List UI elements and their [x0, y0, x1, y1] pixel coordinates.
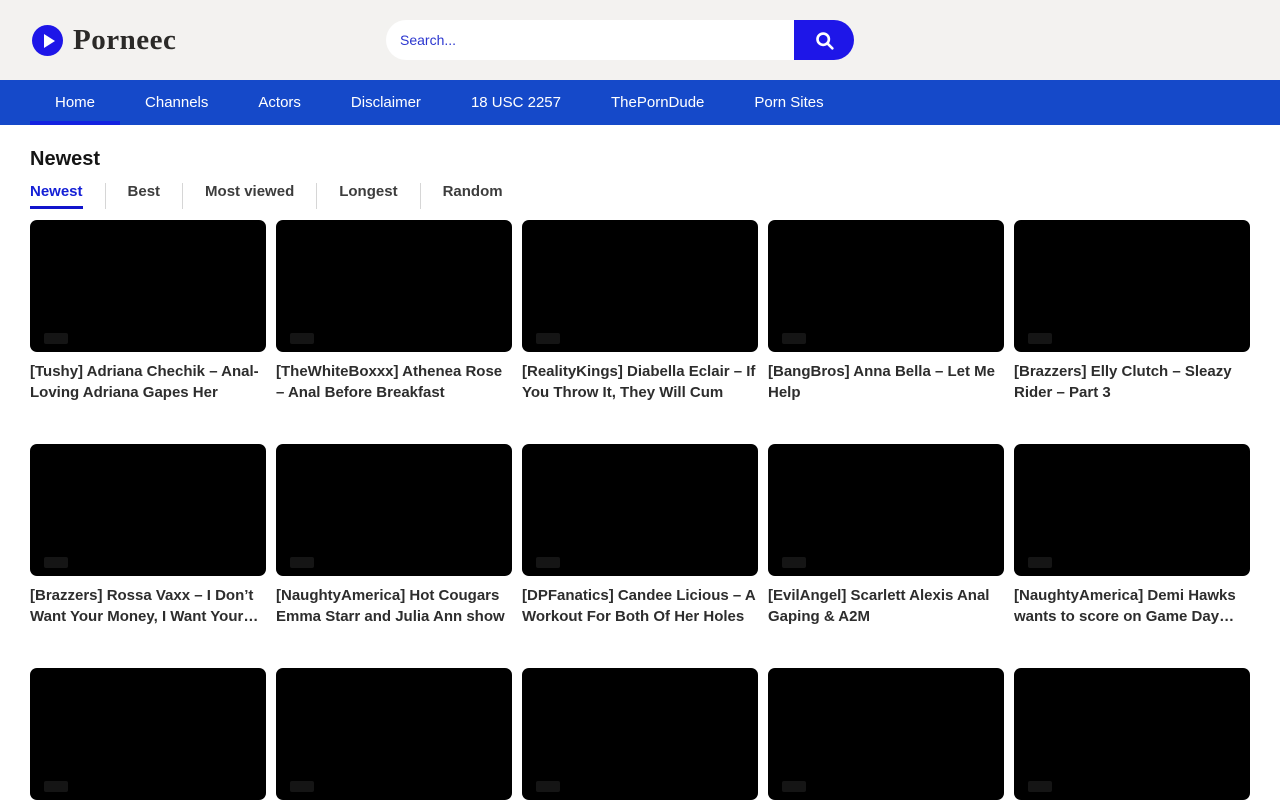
video-thumbnail[interactable]	[276, 444, 512, 576]
site-title: Porneec	[73, 24, 176, 57]
duration-badge	[536, 333, 560, 344]
nav-item-home[interactable]: Home	[30, 80, 120, 125]
video-thumbnail[interactable]	[768, 668, 1004, 800]
duration-badge	[44, 781, 68, 792]
video-card[interactable]: [Brazzers] Rossa Vaxx – I Don’t Want You…	[30, 444, 266, 627]
video-thumbnail[interactable]	[1014, 220, 1250, 352]
video-card[interactable]	[30, 668, 266, 800]
duration-badge	[290, 781, 314, 792]
video-title[interactable]: [Brazzers] Rossa Vaxx – I Don’t Want You…	[30, 585, 266, 627]
video-card[interactable]: [RealityKings] Diabella Eclair – If You …	[522, 220, 758, 403]
main-nav: Home Channels Actors Disclaimer 18 USC 2…	[0, 80, 1280, 125]
tab-most-viewed[interactable]: Most viewed	[205, 183, 294, 209]
duration-badge	[536, 557, 560, 568]
duration-badge	[44, 557, 68, 568]
tab-newest[interactable]: Newest	[30, 183, 83, 209]
search-bar	[386, 20, 854, 60]
video-card[interactable]: [Tushy] Adriana Chechik – Anal-Loving Ad…	[30, 220, 266, 403]
tab-divider	[182, 183, 183, 209]
video-card[interactable]	[276, 668, 512, 800]
tab-divider	[420, 183, 421, 209]
duration-badge	[1028, 781, 1052, 792]
video-thumbnail[interactable]	[768, 444, 1004, 576]
tab-best[interactable]: Best	[128, 183, 161, 209]
video-card[interactable]: [DPFanatics] Candee Licious – A Workout …	[522, 444, 758, 627]
tab-divider	[105, 183, 106, 209]
duration-badge	[44, 333, 68, 344]
nav-item-channels[interactable]: Channels	[120, 80, 233, 125]
search-button[interactable]	[794, 20, 854, 60]
duration-badge	[1028, 557, 1052, 568]
tab-divider	[316, 183, 317, 209]
video-card[interactable]: [NaughtyAmerica] Hot Cougars Emma Starr …	[276, 444, 512, 627]
site-logo[interactable]: Porneec	[32, 24, 176, 57]
video-thumbnail[interactable]	[1014, 668, 1250, 800]
video-title[interactable]: [EvilAngel] Scarlett Alexis Anal Gaping …	[768, 585, 1004, 627]
nav-item-18usc2257[interactable]: 18 USC 2257	[446, 80, 586, 125]
duration-badge	[782, 557, 806, 568]
video-title[interactable]: [NaughtyAmerica] Hot Cougars Emma Starr …	[276, 585, 512, 627]
video-title[interactable]: [BangBros] Anna Bella – Let Me Help	[768, 361, 1004, 403]
search-input[interactable]	[386, 20, 794, 60]
video-grid: [Tushy] Adriana Chechik – Anal-Loving Ad…	[30, 220, 1250, 800]
video-title[interactable]: [Brazzers] Elly Clutch – Sleazy Rider – …	[1014, 361, 1250, 403]
video-card[interactable]	[768, 668, 1004, 800]
video-title[interactable]: [TheWhiteBoxxx] Athenea Rose – Anal Befo…	[276, 361, 512, 403]
page-title: Newest	[30, 148, 1250, 171]
nav-item-actors[interactable]: Actors	[233, 80, 326, 125]
duration-badge	[290, 557, 314, 568]
video-card[interactable]	[1014, 668, 1250, 800]
video-thumbnail[interactable]	[768, 220, 1004, 352]
video-card[interactable]: [EvilAngel] Scarlett Alexis Anal Gaping …	[768, 444, 1004, 627]
video-card[interactable]: [Brazzers] Elly Clutch – Sleazy Rider – …	[1014, 220, 1250, 403]
nav-item-porn-sites[interactable]: Porn Sites	[729, 80, 848, 125]
video-card[interactable]: [NaughtyAmerica] Demi Hawks wants to sco…	[1014, 444, 1250, 627]
search-icon	[814, 30, 835, 51]
video-thumbnail[interactable]	[30, 220, 266, 352]
main-content: Newest Newest Best Most viewed Longest R…	[0, 148, 1280, 800]
video-title[interactable]: [NaughtyAmerica] Demi Hawks wants to sco…	[1014, 585, 1250, 627]
video-title[interactable]: [DPFanatics] Candee Licious – A Workout …	[522, 585, 758, 627]
video-card[interactable]: [BangBros] Anna Bella – Let Me Help	[768, 220, 1004, 403]
nav-item-theporndude[interactable]: ThePornDude	[586, 80, 729, 125]
duration-badge	[782, 333, 806, 344]
duration-badge	[782, 781, 806, 792]
duration-badge	[1028, 333, 1052, 344]
duration-badge	[290, 333, 314, 344]
video-thumbnail[interactable]	[30, 444, 266, 576]
duration-badge	[536, 781, 560, 792]
nav-item-disclaimer[interactable]: Disclaimer	[326, 80, 446, 125]
video-thumbnail[interactable]	[276, 220, 512, 352]
video-title[interactable]: [RealityKings] Diabella Eclair – If You …	[522, 361, 758, 403]
video-thumbnail[interactable]	[1014, 444, 1250, 576]
video-card[interactable]: [TheWhiteBoxxx] Athenea Rose – Anal Befo…	[276, 220, 512, 403]
video-title[interactable]: [Tushy] Adriana Chechik – Anal-Loving Ad…	[30, 361, 266, 403]
sort-tabs: Newest Best Most viewed Longest Random	[30, 183, 1250, 209]
tab-random[interactable]: Random	[443, 183, 503, 209]
play-icon	[32, 25, 63, 56]
video-thumbnail[interactable]	[522, 444, 758, 576]
video-card[interactable]	[522, 668, 758, 800]
site-header: Porneec	[0, 0, 1280, 80]
video-thumbnail[interactable]	[30, 668, 266, 800]
video-thumbnail[interactable]	[522, 668, 758, 800]
tab-longest[interactable]: Longest	[339, 183, 397, 209]
video-thumbnail[interactable]	[522, 220, 758, 352]
video-thumbnail[interactable]	[276, 668, 512, 800]
